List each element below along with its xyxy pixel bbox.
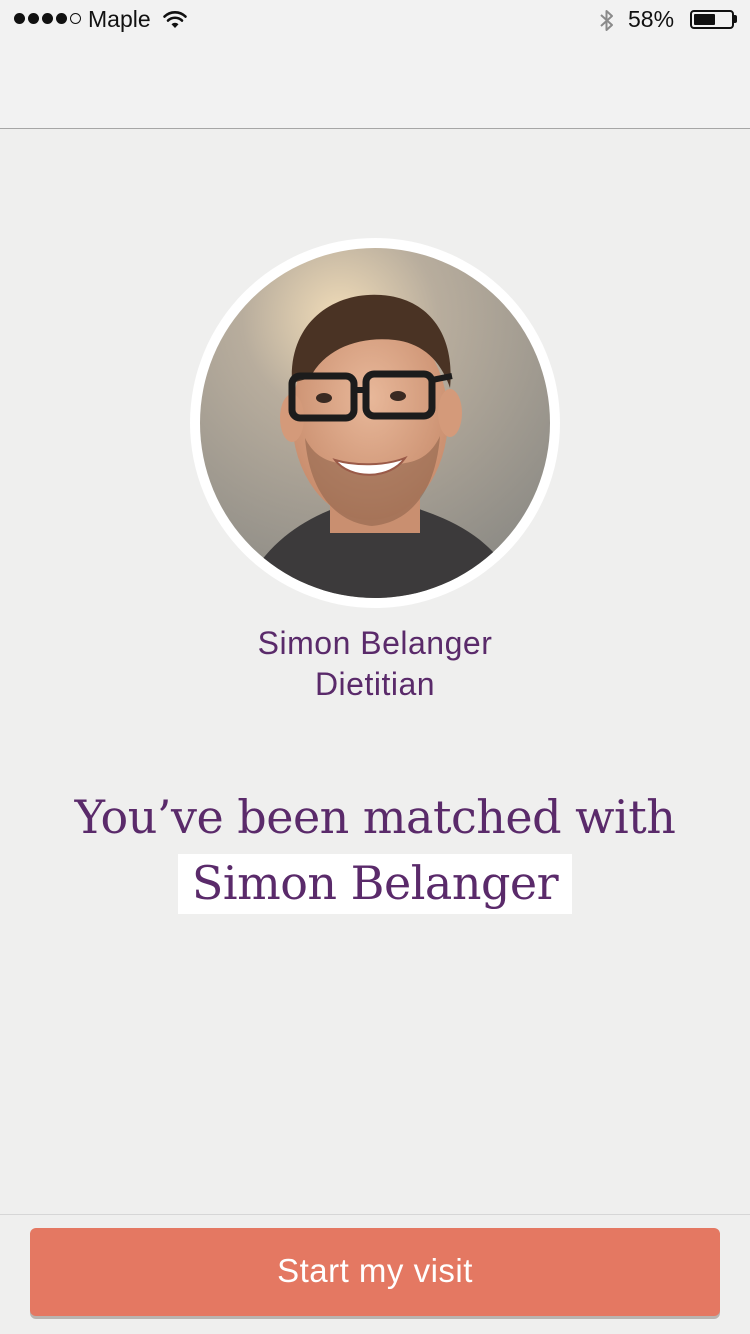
signal-dot	[70, 13, 81, 24]
provider-name: Simon Belanger	[257, 625, 493, 661]
carrier-name: Maple	[88, 6, 151, 32]
bottom-divider	[0, 1214, 750, 1215]
signal-dot	[42, 13, 53, 24]
signal-dot	[28, 13, 39, 24]
signal-dot	[14, 13, 25, 24]
start-visit-button[interactable]: Start my visit	[30, 1228, 720, 1316]
signal-strength-icon	[14, 13, 81, 24]
battery-icon	[690, 10, 734, 29]
status-bar: Maple 58%	[0, 0, 750, 40]
matched-provider-name: Simon Belanger	[191, 856, 559, 910]
battery-tip	[734, 15, 737, 23]
battery-level	[694, 14, 715, 25]
battery-percent: 58%	[628, 6, 675, 32]
provider-photo	[200, 248, 550, 598]
navigation-bar	[0, 40, 750, 129]
signal-dot	[56, 13, 67, 24]
match-screen: Maple 58% Simon Belanger Dietitian You’v…	[0, 0, 750, 1334]
wifi-icon	[162, 8, 188, 36]
bluetooth-icon	[598, 8, 616, 40]
provider-role: Dietitian	[314, 666, 436, 702]
provider-avatar	[190, 238, 560, 608]
match-headline: You’ve been matched with	[74, 790, 676, 844]
match-name-highlight: Simon Belanger	[178, 854, 572, 914]
